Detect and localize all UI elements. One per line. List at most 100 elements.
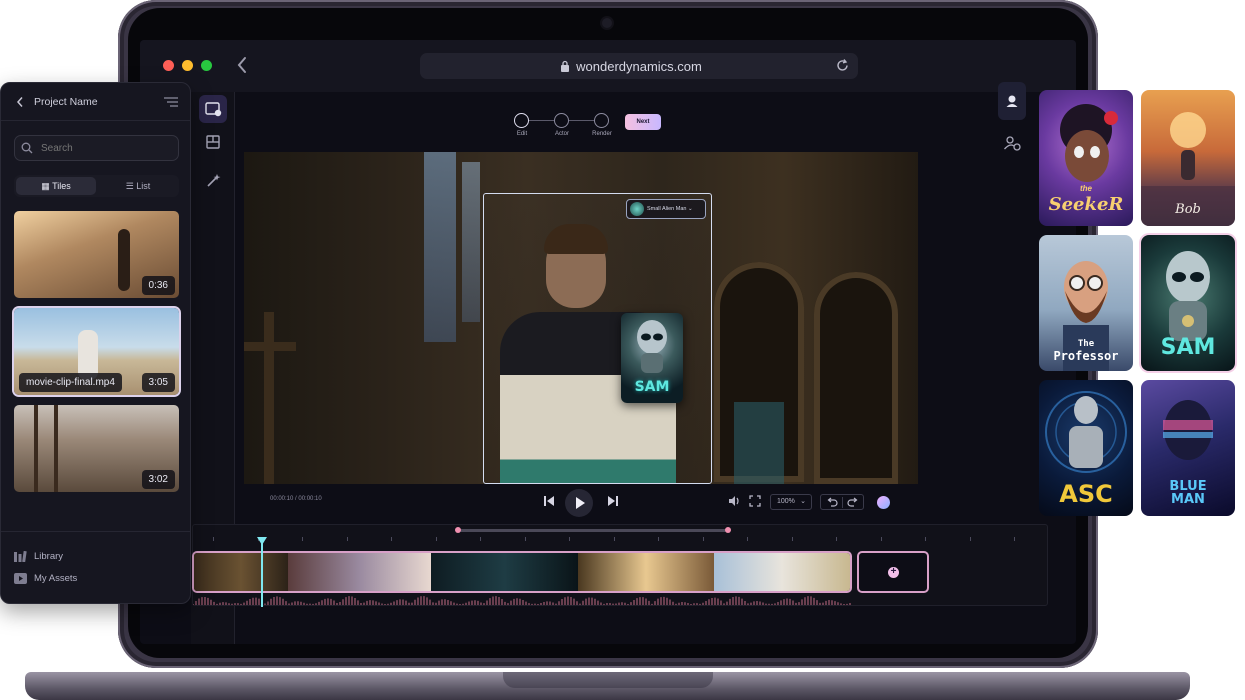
step-actor[interactable] [554,113,569,128]
clip-duration: 3:05 [141,373,175,392]
window-zoom-button[interactable] [201,60,212,71]
ruler-tick [391,537,392,541]
chevron-down-icon: ⌄ [800,498,806,505]
chevron-down-icon: ⌄ [687,206,693,212]
actor-chip-label: Small Alien Man [647,206,687,212]
my-assets-link[interactable]: My Assets [34,573,77,584]
clip-track[interactable] [192,551,852,593]
actor-assign-dropdown[interactable]: Small Alien Man ⌄ [626,199,706,219]
laptop-base-notch [503,672,713,688]
range-start-handle[interactable] [455,527,461,533]
character-card-blue-man[interactable]: BLUE MAN [1141,380,1235,516]
grid-icon: ▦ [41,181,53,191]
search-input[interactable] [14,135,179,161]
menu-icon[interactable] [164,96,178,108]
ruler-tick [435,537,437,541]
step-edit[interactable] [514,113,529,128]
clip-segment[interactable] [194,553,289,591]
ruler-tick [658,537,659,541]
clip-thumbnail[interactable]: 0:36 [14,211,179,298]
ruler-tick [302,537,303,541]
character-card-seeker[interactable]: the SeekeR [1039,90,1133,226]
skip-back-icon[interactable] [540,493,558,509]
user-settings-icon[interactable] [1002,134,1022,152]
view-toggle: ▦ Tiles ☰ List [14,175,179,197]
info-icon[interactable] [877,496,890,509]
timeline-range-bar[interactable] [458,529,728,532]
audio-waveform [193,596,851,605]
add-clip-button[interactable]: + [857,551,929,593]
magic-wand-icon[interactable] [199,167,227,195]
layout-icon[interactable] [199,128,227,156]
play-icon [576,497,585,509]
ruler-tick [969,537,971,541]
url-text: wonderdynamics.com [576,59,702,74]
scenes-icon[interactable] [199,95,227,123]
ruler-tick [791,537,793,541]
browser-chrome: wonderdynamics.com [140,40,1076,92]
step-render-label: Render [592,131,612,137]
clip-thumbnail[interactable]: 3:02 [14,405,179,492]
ruler-tick [346,537,348,541]
range-end-handle[interactable] [725,527,731,533]
back-chevron-icon[interactable] [15,96,25,108]
address-bar[interactable]: wonderdynamics.com [420,53,858,79]
zoom-select[interactable]: 100% ⌄ [770,494,812,510]
laptop-screen: wonderdynamics.com Edit Actor Render Nex… [140,40,1076,644]
ruler-tick [702,537,704,541]
step-render[interactable] [594,113,609,128]
project-panel: Project Name ▦ Tiles ☰ List 0:36 movie-c… [0,82,191,604]
skip-forward-icon[interactable] [604,493,622,509]
project-title: Project Name [34,96,98,108]
alien-avatar-icon [630,202,644,216]
clip-segment[interactable] [713,553,850,591]
project-panel-header: Project Name [1,83,190,121]
timeline[interactable]: + [192,524,1048,607]
alien-character-icon [637,320,667,373]
library-link[interactable]: Library [34,551,63,562]
window-minimize-button[interactable] [182,60,193,71]
undo-redo-group [820,494,864,510]
library-icon [14,551,27,562]
window-close-button[interactable] [163,60,174,71]
actor-panel-button[interactable] [998,82,1026,120]
ruler-tick [925,537,926,541]
clip-segment[interactable] [577,553,714,591]
clip-segment[interactable] [288,553,431,591]
ruler-tick [569,537,570,541]
dragged-character-card[interactable]: SAM [621,313,683,403]
list-view-button[interactable]: ☰ List [98,177,178,195]
clip-filename: movie-clip-final.mp4 [19,373,122,392]
playhead[interactable] [261,541,263,607]
clip-segment[interactable] [430,553,578,591]
character-card-professor[interactable]: The Professor [1039,235,1133,371]
undo-icon[interactable] [826,497,838,508]
character-card-asc[interactable]: ASC [1039,380,1133,516]
browser-back-icon[interactable] [234,55,250,75]
plus-icon: + [888,567,899,578]
ruler-tick [1014,537,1015,541]
next-button[interactable]: Next [625,114,661,130]
fullscreen-icon[interactable] [746,493,764,509]
tiles-view-button[interactable]: ▦ Tiles [16,177,96,195]
ruler-tick [880,537,882,541]
search-icon [21,142,33,154]
ruler-tick [613,537,615,541]
zoom-value: 100% [777,498,795,505]
clip-duration: 0:36 [141,276,175,295]
volume-icon[interactable] [725,493,743,509]
waveform-path [193,596,851,605]
character-card-sam[interactable]: SAM [1141,235,1235,371]
user-icon [1006,95,1018,107]
reload-icon[interactable] [835,58,850,73]
clip-thumbnail-selected[interactable]: movie-clip-final.mp4 3:05 [14,308,179,395]
timecode: 00:00:10 / 00:00:10 [270,496,322,502]
assets-icon [14,573,27,584]
sam-card-label: SAM [634,379,670,395]
play-button[interactable] [565,489,593,517]
webcam-icon [602,18,612,28]
character-card-bob[interactable]: Bob [1141,90,1235,226]
redo-icon[interactable] [847,497,859,508]
ruler-tick [836,537,837,541]
ruler-tick [213,537,214,541]
